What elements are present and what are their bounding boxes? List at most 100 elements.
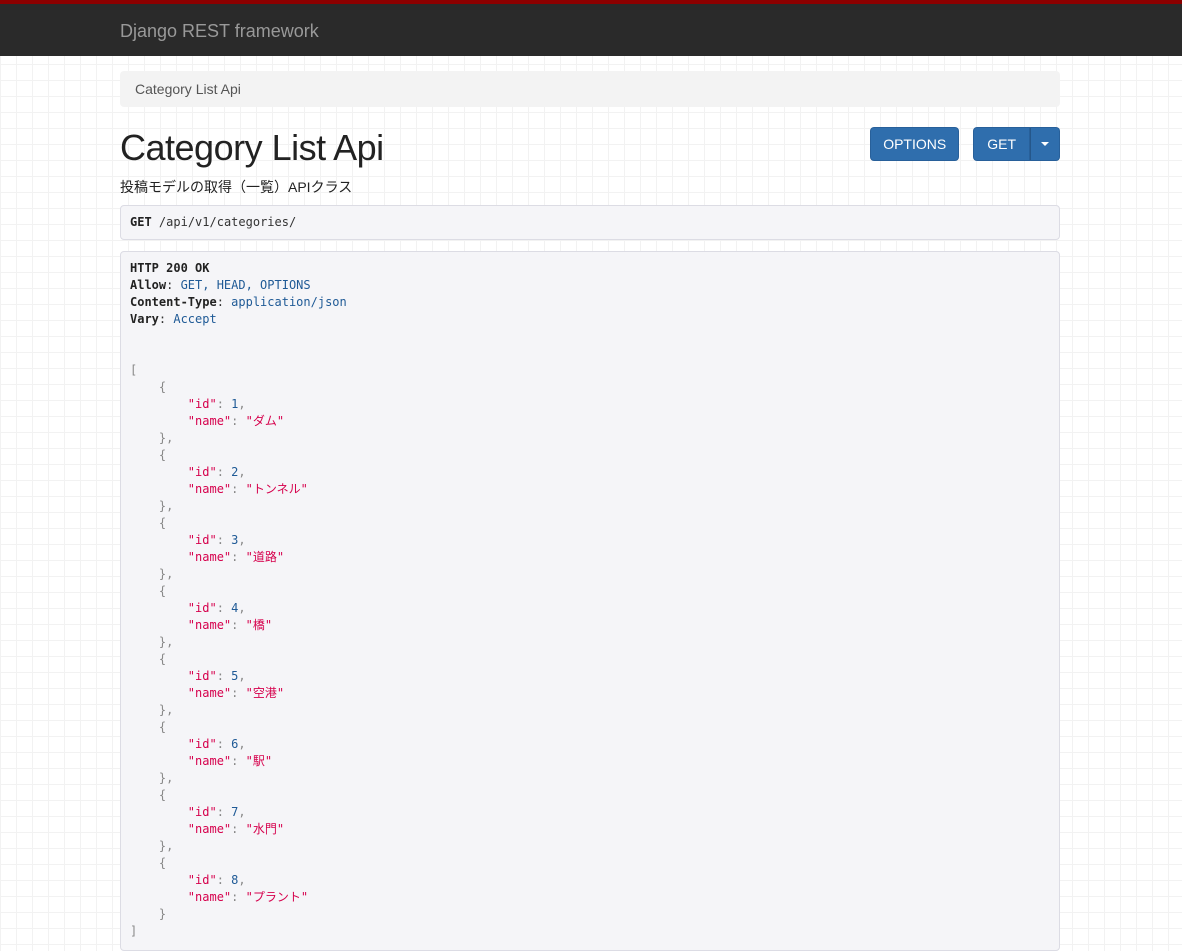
get-format-dropdown[interactable] xyxy=(1030,127,1060,161)
get-button[interactable]: GET xyxy=(973,127,1030,161)
json-key: "name" xyxy=(187,754,232,768)
get-button-group: GET xyxy=(973,127,1060,161)
json-name-text: プラント xyxy=(252,890,301,904)
json-brace: { xyxy=(130,448,167,462)
header-name: Vary xyxy=(130,312,159,326)
json-name-value: "トンネル" xyxy=(245,482,308,496)
json-colon: : xyxy=(216,465,232,479)
json-colon: : xyxy=(231,822,246,836)
json-brace: }, xyxy=(130,431,174,445)
json-key: "id" xyxy=(187,397,217,411)
breadcrumb: Category List Api xyxy=(120,71,1060,107)
json-brace: { xyxy=(130,720,167,734)
json-name-text: 道路 xyxy=(252,550,277,564)
json-colon: : xyxy=(231,550,246,564)
json-colon: : xyxy=(231,890,246,904)
options-button[interactable]: OPTIONS xyxy=(870,127,960,161)
json-name-text: ダム xyxy=(252,414,277,428)
json-key: "id" xyxy=(187,805,217,819)
json-key: "name" xyxy=(187,890,232,904)
json-item: { "id": 8, "name": "プラント" } xyxy=(130,856,308,921)
json-name-value: "橋" xyxy=(245,618,273,632)
request-path: /api/v1/categories/ xyxy=(158,215,297,229)
json-name-text: 空港 xyxy=(252,686,277,700)
json-colon: : xyxy=(231,414,246,428)
json-brace: { xyxy=(130,516,167,530)
breadcrumb-current[interactable]: Category List Api xyxy=(135,81,241,97)
json-comma: , xyxy=(238,669,246,683)
json-brace: }, xyxy=(130,567,174,581)
header-name: Allow xyxy=(130,278,167,292)
json-item: { "id": 2, "name": "トンネル" }, xyxy=(130,448,308,513)
json-colon: : xyxy=(216,873,232,887)
json-item: { "id": 1, "name": "ダム" }, xyxy=(130,380,284,445)
response-header: Allow: GET, HEAD, OPTIONS xyxy=(130,278,311,292)
header-value: GET, HEAD, OPTIONS xyxy=(180,278,311,292)
json-name-text: 橋 xyxy=(252,618,265,632)
json-key: "id" xyxy=(187,873,217,887)
json-colon: : xyxy=(216,533,232,547)
brand-link[interactable]: Django REST framework xyxy=(120,21,319,42)
response-header: Content-Type: application/json xyxy=(130,295,347,309)
header-value: application/json xyxy=(231,295,347,309)
json-colon: : xyxy=(231,754,246,768)
json-name-value: "道路" xyxy=(245,550,285,564)
json-key: "id" xyxy=(187,737,217,751)
json-item: { "id": 6, "name": "駅" }, xyxy=(130,720,272,785)
json-brace: }, xyxy=(130,499,174,513)
json-comma: , xyxy=(238,397,246,411)
json-colon: : xyxy=(216,669,232,683)
json-colon: : xyxy=(216,805,232,819)
json-key: "id" xyxy=(187,669,217,683)
response-info: HTTP 200 OK Allow: GET, HEAD, OPTIONS Co… xyxy=(120,251,1060,951)
json-item: { "id": 3, "name": "道路" }, xyxy=(130,516,284,581)
json-brace: } xyxy=(130,907,167,921)
json-comma: , xyxy=(238,737,246,751)
json-key: "id" xyxy=(187,533,217,547)
json-brace: }, xyxy=(130,839,174,853)
json-brace: }, xyxy=(130,771,174,785)
json-key: "name" xyxy=(187,482,232,496)
json-name-value: "プラント" xyxy=(245,890,309,904)
json-brace: }, xyxy=(130,635,174,649)
json-name-value: "水門" xyxy=(245,822,285,836)
json-brace: { xyxy=(130,584,167,598)
json-brace: { xyxy=(130,788,167,802)
json-colon: : xyxy=(231,618,246,632)
json-key: "id" xyxy=(187,601,217,615)
json-colon: : xyxy=(216,737,232,751)
json-item: { "id": 5, "name": "空港" }, xyxy=(130,652,284,717)
json-colon: : xyxy=(231,686,246,700)
json-brace: { xyxy=(130,652,167,666)
request-info: GET /api/v1/categories/ xyxy=(120,205,1060,240)
json-name-value: "駅" xyxy=(245,754,273,768)
json-comma: , xyxy=(238,533,246,547)
json-bracket: [ xyxy=(130,363,138,377)
json-key: "name" xyxy=(187,822,232,836)
json-colon: : xyxy=(216,601,232,615)
json-key: "name" xyxy=(187,550,232,564)
response-status: HTTP 200 OK xyxy=(130,261,210,275)
json-name-text: トンネル xyxy=(252,482,301,496)
json-colon: : xyxy=(216,397,232,411)
page-title: Category List Api xyxy=(120,127,384,168)
json-comma: , xyxy=(238,601,246,615)
navbar: Django REST framework xyxy=(0,0,1182,56)
header-value: Accept xyxy=(173,312,217,326)
request-method: GET xyxy=(130,215,152,229)
json-key: "name" xyxy=(187,414,232,428)
json-name-text: 水門 xyxy=(252,822,277,836)
json-name-value: "ダム" xyxy=(245,414,285,428)
json-comma: , xyxy=(238,465,246,479)
json-key: "id" xyxy=(187,465,217,479)
json-key: "name" xyxy=(187,686,232,700)
json-name-text: 駅 xyxy=(252,754,265,768)
json-comma: , xyxy=(238,873,246,887)
json-bracket: ] xyxy=(130,924,138,938)
json-brace: { xyxy=(130,856,167,870)
header-name: Content-Type xyxy=(130,295,217,309)
json-colon: : xyxy=(231,482,246,496)
response-header: Vary: Accept xyxy=(130,312,217,326)
caret-down-icon xyxy=(1041,142,1049,146)
json-comma: , xyxy=(238,805,246,819)
